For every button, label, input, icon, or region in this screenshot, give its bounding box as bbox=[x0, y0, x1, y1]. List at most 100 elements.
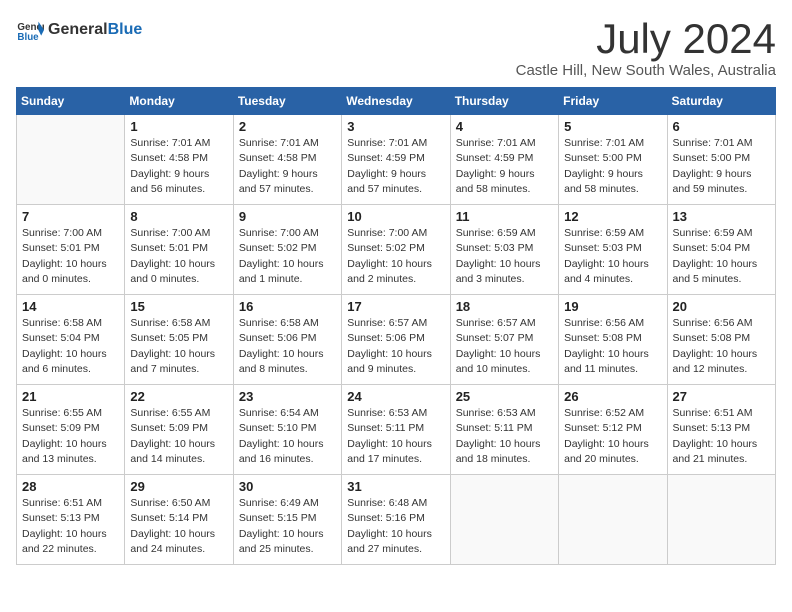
cell-w4-d2: 23Sunrise: 6:54 AMSunset: 5:10 PMDayligh… bbox=[233, 385, 341, 475]
cell-w2-d5: 12 Sunrise: 6:59 AMSunset: 5:03 PMDayligh… bbox=[559, 205, 667, 295]
cell-w3-d1: 15Sunrise: 6:58 AMSunset: 5:05 PMDayligh… bbox=[125, 295, 233, 385]
day-info: Sunrise: 6:57 AMSunset: 5:06 PMDaylight:… bbox=[347, 316, 444, 377]
day-number: 15 bbox=[130, 299, 227, 314]
cell-w4-d1: 22 Sunrise: 6:55 AMSunset: 5:09 PMDayligh… bbox=[125, 385, 233, 475]
cell-w1-d0 bbox=[17, 115, 125, 205]
day-info: Sunrise: 6:56 AMSunset: 5:08 PMDaylight:… bbox=[564, 316, 661, 377]
header-sunday: Sunday bbox=[17, 88, 125, 115]
day-number: 4 bbox=[456, 119, 553, 134]
day-number: 24 bbox=[347, 389, 444, 404]
cell-w1-d4: 4 Sunrise: 7:01 AMSunset: 4:59 PMDaylight… bbox=[450, 115, 558, 205]
day-info: Sunrise: 6:56 AMSunset: 5:08 PMDaylight:… bbox=[673, 316, 770, 377]
header-saturday: Saturday bbox=[667, 88, 775, 115]
week-row-5: 28 Sunrise: 6:51 AMSunset: 5:13 PMDayligh… bbox=[17, 475, 776, 565]
day-info: Sunrise: 6:51 AMSunset: 5:13 PMDaylight:… bbox=[22, 496, 119, 557]
day-number: 6 bbox=[673, 119, 770, 134]
day-info: Sunrise: 6:49 AMSunset: 5:15 PMDaylight:… bbox=[239, 496, 336, 557]
day-info: Sunrise: 6:55 AMSunset: 5:09 PMDaylight:… bbox=[22, 406, 119, 467]
cell-w5-d0: 28 Sunrise: 6:51 AMSunset: 5:13 PMDayligh… bbox=[17, 475, 125, 565]
day-number: 22 bbox=[130, 389, 227, 404]
day-info: Sunrise: 7:00 AMSunset: 5:02 PMDaylight:… bbox=[239, 226, 336, 287]
cell-w2-d4: 11Sunrise: 6:59 AMSunset: 5:03 PMDayligh… bbox=[450, 205, 558, 295]
week-row-4: 21 Sunrise: 6:55 AMSunset: 5:09 PMDayligh… bbox=[17, 385, 776, 475]
cell-w1-d2: 2 Sunrise: 7:01 AMSunset: 4:58 PMDaylight… bbox=[233, 115, 341, 205]
day-number: 16 bbox=[239, 299, 336, 314]
cell-w5-d1: 29Sunrise: 6:50 AMSunset: 5:14 PMDayligh… bbox=[125, 475, 233, 565]
title-block: July 2024 Castle Hill, New South Wales, … bbox=[516, 16, 776, 79]
day-info: Sunrise: 6:53 AMSunset: 5:11 PMDaylight:… bbox=[347, 406, 444, 467]
cell-w4-d5: 26Sunrise: 6:52 AMSunset: 5:12 PMDayligh… bbox=[559, 385, 667, 475]
day-info: Sunrise: 7:01 AMSunset: 5:00 PMDaylight:… bbox=[673, 136, 770, 197]
cell-w5-d5 bbox=[559, 475, 667, 565]
day-number: 31 bbox=[347, 479, 444, 494]
logo-general: General bbox=[48, 21, 108, 39]
header-friday: Friday bbox=[559, 88, 667, 115]
day-number: 29 bbox=[130, 479, 227, 494]
day-info: Sunrise: 7:01 AMSunset: 5:00 PMDaylight:… bbox=[564, 136, 661, 197]
cell-w4-d6: 27 Sunrise: 6:51 AMSunset: 5:13 PMDayligh… bbox=[667, 385, 775, 475]
cell-w3-d6: 20 Sunrise: 6:56 AMSunset: 5:08 PMDayligh… bbox=[667, 295, 775, 385]
cell-w5-d3: 31Sunrise: 6:48 AMSunset: 5:16 PMDayligh… bbox=[342, 475, 450, 565]
day-number: 8 bbox=[130, 209, 227, 224]
logo: General Blue GeneralBlue bbox=[16, 16, 142, 44]
day-info: Sunrise: 7:01 AMSunset: 4:59 PMDaylight:… bbox=[347, 136, 444, 197]
day-info: Sunrise: 7:01 AMSunset: 4:59 PMDaylight:… bbox=[456, 136, 553, 197]
day-number: 12 bbox=[564, 209, 661, 224]
svg-text:Blue: Blue bbox=[17, 32, 39, 43]
month-title: July 2024 bbox=[516, 16, 776, 62]
day-number: 1 bbox=[130, 119, 227, 134]
logo-icon: General Blue bbox=[16, 16, 44, 44]
day-info: Sunrise: 6:55 AMSunset: 5:09 PMDaylight:… bbox=[130, 406, 227, 467]
cell-w1-d5: 5 Sunrise: 7:01 AMSunset: 5:00 PMDaylight… bbox=[559, 115, 667, 205]
day-info: Sunrise: 6:57 AMSunset: 5:07 PMDaylight:… bbox=[456, 316, 553, 377]
day-info: Sunrise: 6:54 AMSunset: 5:10 PMDaylight:… bbox=[239, 406, 336, 467]
cell-w5-d2: 30 Sunrise: 6:49 AMSunset: 5:15 PMDayligh… bbox=[233, 475, 341, 565]
day-number: 30 bbox=[239, 479, 336, 494]
day-info: Sunrise: 6:52 AMSunset: 5:12 PMDaylight:… bbox=[564, 406, 661, 467]
day-info: Sunrise: 6:51 AMSunset: 5:13 PMDaylight:… bbox=[673, 406, 770, 467]
day-number: 9 bbox=[239, 209, 336, 224]
cell-w3-d3: 17Sunrise: 6:57 AMSunset: 5:06 PMDayligh… bbox=[342, 295, 450, 385]
location-title: Castle Hill, New South Wales, Australia bbox=[516, 62, 776, 79]
day-number: 10 bbox=[347, 209, 444, 224]
day-info: Sunrise: 6:58 AMSunset: 5:04 PMDaylight:… bbox=[22, 316, 119, 377]
day-number: 20 bbox=[673, 299, 770, 314]
cell-w3-d0: 14 Sunrise: 6:58 AMSunset: 5:04 PMDayligh… bbox=[17, 295, 125, 385]
calendar-table: Sunday Monday Tuesday Wednesday Thursday… bbox=[16, 87, 776, 565]
day-number: 13 bbox=[673, 209, 770, 224]
cell-w2-d0: 7Sunrise: 7:00 AMSunset: 5:01 PMDaylight… bbox=[17, 205, 125, 295]
day-number: 28 bbox=[22, 479, 119, 494]
day-number: 5 bbox=[564, 119, 661, 134]
day-number: 21 bbox=[22, 389, 119, 404]
day-info: Sunrise: 7:00 AMSunset: 5:01 PMDaylight:… bbox=[130, 226, 227, 287]
cell-w2-d1: 8 Sunrise: 7:00 AMSunset: 5:01 PMDaylight… bbox=[125, 205, 233, 295]
day-info: Sunrise: 7:00 AMSunset: 5:01 PMDaylight:… bbox=[22, 226, 119, 287]
day-number: 18 bbox=[456, 299, 553, 314]
cell-w3-d5: 19Sunrise: 6:56 AMSunset: 5:08 PMDayligh… bbox=[559, 295, 667, 385]
day-info: Sunrise: 6:53 AMSunset: 5:11 PMDaylight:… bbox=[456, 406, 553, 467]
cell-w5-d4 bbox=[450, 475, 558, 565]
day-info: Sunrise: 6:59 AMSunset: 5:04 PMDaylight:… bbox=[673, 226, 770, 287]
page-header: General Blue GeneralBlue July 2024 Castl… bbox=[16, 16, 776, 79]
day-number: 3 bbox=[347, 119, 444, 134]
day-number: 27 bbox=[673, 389, 770, 404]
day-info: Sunrise: 6:58 AMSunset: 5:06 PMDaylight:… bbox=[239, 316, 336, 377]
day-number: 14 bbox=[22, 299, 119, 314]
cell-w1-d3: 3 Sunrise: 7:01 AMSunset: 4:59 PMDaylight… bbox=[342, 115, 450, 205]
cell-w4-d0: 21 Sunrise: 6:55 AMSunset: 5:09 PMDayligh… bbox=[17, 385, 125, 475]
cell-w1-d1: 1Sunrise: 7:01 AMSunset: 4:58 PMDaylight… bbox=[125, 115, 233, 205]
cell-w4-d3: 24 Sunrise: 6:53 AMSunset: 5:11 PMDayligh… bbox=[342, 385, 450, 475]
cell-w2-d6: 13 Sunrise: 6:59 AMSunset: 5:04 PMDayligh… bbox=[667, 205, 775, 295]
cell-w2-d2: 9 Sunrise: 7:00 AMSunset: 5:02 PMDaylight… bbox=[233, 205, 341, 295]
day-info: Sunrise: 6:59 AMSunset: 5:03 PMDaylight:… bbox=[456, 226, 553, 287]
day-info: Sunrise: 6:59 AMSunset: 5:03 PMDaylight:… bbox=[564, 226, 661, 287]
header-monday: Monday bbox=[125, 88, 233, 115]
day-info: Sunrise: 7:01 AMSunset: 4:58 PMDaylight:… bbox=[239, 136, 336, 197]
cell-w1-d6: 6 Sunrise: 7:01 AMSunset: 5:00 PMDaylight… bbox=[667, 115, 775, 205]
cell-w3-d4: 18 Sunrise: 6:57 AMSunset: 5:07 PMDayligh… bbox=[450, 295, 558, 385]
day-info: Sunrise: 7:00 AMSunset: 5:02 PMDaylight:… bbox=[347, 226, 444, 287]
week-row-1: 1 Sunrise: 7:01 AMSunset: 4:58 PMDaylight… bbox=[17, 115, 776, 205]
day-number: 2 bbox=[239, 119, 336, 134]
logo-blue: Blue bbox=[108, 21, 143, 39]
header-wednesday: Wednesday bbox=[342, 88, 450, 115]
